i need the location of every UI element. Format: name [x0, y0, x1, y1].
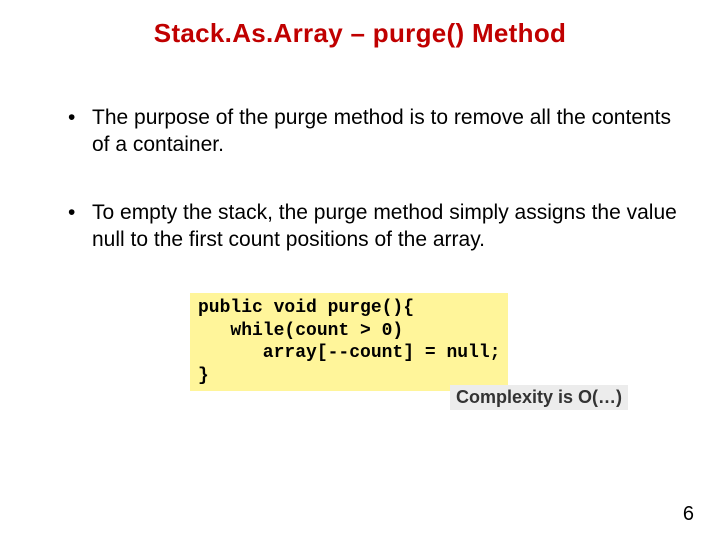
- page-number: 6: [683, 503, 694, 526]
- code-block: public void purge(){ while(count > 0) ar…: [190, 293, 508, 391]
- bullet-item: The purpose of the purge method is to re…: [68, 104, 680, 159]
- slide-title: Stack.As.Array – purge() Method: [40, 18, 680, 49]
- code-section: public void purge(){ while(count > 0) ar…: [190, 293, 680, 391]
- complexity-note: Complexity is O(…): [450, 385, 628, 410]
- bullet-item: To empty the stack, the purge method sim…: [68, 199, 680, 254]
- slide: Stack.As.Array – purge() Method The purp…: [0, 0, 720, 540]
- bullet-list: The purpose of the purge method is to re…: [40, 104, 680, 253]
